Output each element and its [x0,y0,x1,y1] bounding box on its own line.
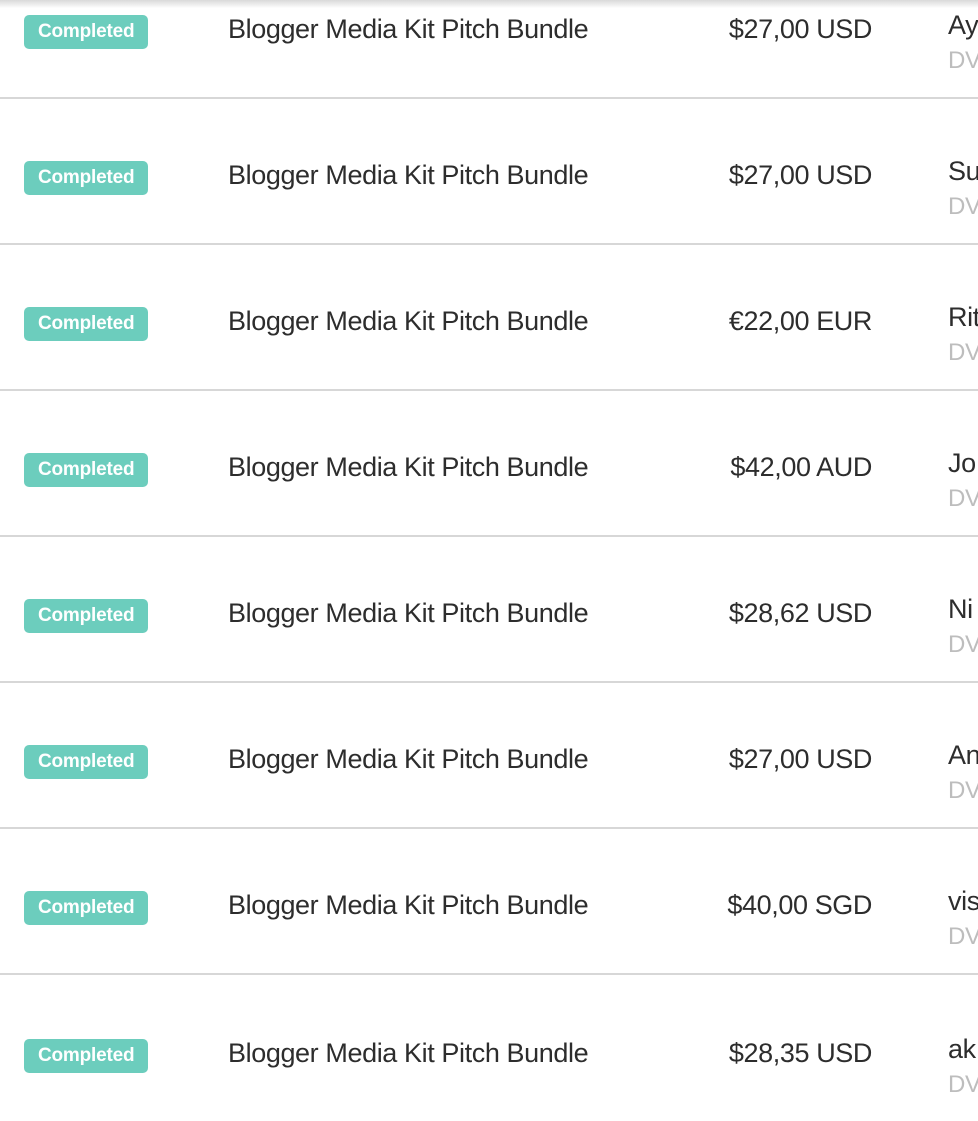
customer-name: ak [948,1034,976,1064]
table-row[interactable]: Completed Blogger Media Kit Pitch Bundle… [0,245,978,391]
table-row[interactable]: Completed Blogger Media Kit Pitch Bundle… [0,683,978,829]
order-customer-cell: vis DV [948,882,978,954]
order-price-cell: €22,00 EUR [728,306,872,336]
customer-meta: DV [948,485,978,512]
order-price-cell: $28,62 USD [728,598,872,628]
status-badge: Completed [24,15,149,49]
table-row[interactable]: Completed Blogger Media Kit Pitch Bundle… [0,99,978,245]
orders-table: Completed Blogger Media Kit Pitch Bundle… [0,8,978,1121]
order-product-cell: Blogger Media Kit Pitch Bundle [228,160,589,190]
customer-name: Su [948,156,978,186]
customer-name: Ay [948,10,978,40]
order-product-cell: Blogger Media Kit Pitch Bundle [228,452,589,482]
customer-name: vis [948,886,978,916]
status-badge: Completed [24,745,149,779]
order-price-cell: $27,00 USD [728,160,872,190]
customer-meta: DV [948,923,978,950]
order-product-cell: Blogger Media Kit Pitch Bundle [228,14,589,44]
customer-name: An [948,740,978,770]
order-price-cell: $42,00 AUD [730,452,872,482]
order-status-cell: Completed [24,161,149,195]
order-status-cell: Completed [24,15,149,49]
order-status-cell: Completed [24,891,149,925]
status-badge: Completed [24,1039,149,1073]
customer-meta: DV [948,193,978,220]
table-row[interactable]: Completed Blogger Media Kit Pitch Bundle… [0,391,978,537]
order-customer-cell: Ni DV [948,590,978,662]
order-product-cell: Blogger Media Kit Pitch Bundle [228,1038,589,1068]
order-status-cell: Completed [24,453,149,487]
order-product-cell: Blogger Media Kit Pitch Bundle [228,890,589,920]
order-customer-cell: ak DV [948,1030,978,1102]
customer-name: Ni [948,594,973,624]
order-price-cell: $28,35 USD [728,1038,872,1068]
order-price-cell: $27,00 USD [728,14,872,44]
order-price-cell: $27,00 USD [728,744,872,774]
status-badge: Completed [24,453,149,487]
order-status-cell: Completed [24,307,149,341]
order-customer-cell: Rit DV [948,298,978,370]
order-customer-cell: Ay DV [948,6,978,78]
order-status-cell: Completed [24,599,149,633]
customer-meta: DV [948,47,978,74]
status-badge: Completed [24,307,149,341]
table-row[interactable]: Completed Blogger Media Kit Pitch Bundle… [0,537,978,683]
customer-meta: DV [948,339,978,366]
order-status-cell: Completed [24,1039,149,1073]
status-badge: Completed [24,599,149,633]
order-status-cell: Completed [24,745,149,779]
order-customer-cell: Jo DV [948,444,978,516]
order-product-cell: Blogger Media Kit Pitch Bundle [228,306,589,336]
table-row[interactable]: Completed Blogger Media Kit Pitch Bundle… [0,8,978,99]
order-product-cell: Blogger Media Kit Pitch Bundle [228,744,589,774]
customer-name: Jo [948,448,976,478]
order-price-cell: $40,00 SGD [727,890,872,920]
status-badge: Completed [24,891,149,925]
status-badge: Completed [24,161,149,195]
table-row[interactable]: Completed Blogger Media Kit Pitch Bundle… [0,829,978,975]
customer-meta: DV [948,1071,978,1098]
table-row[interactable]: Completed Blogger Media Kit Pitch Bundle… [0,975,978,1121]
order-customer-cell: An DV [948,736,978,808]
customer-meta: DV [948,777,978,804]
order-customer-cell: Su DV [948,152,978,224]
order-product-cell: Blogger Media Kit Pitch Bundle [228,598,589,628]
customer-name: Rit [948,302,978,332]
customer-meta: DV [948,631,978,658]
